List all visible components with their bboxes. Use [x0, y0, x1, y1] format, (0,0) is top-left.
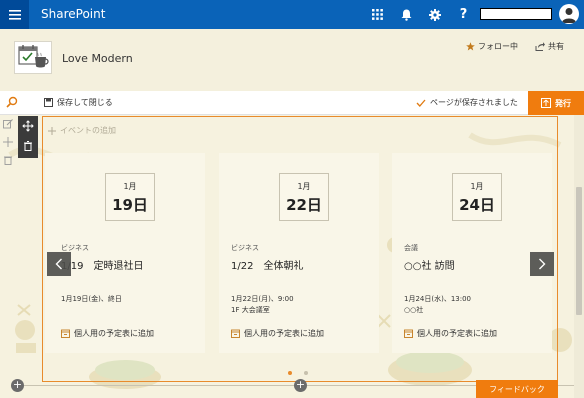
event-card[interactable]: 1月 24日 会議 ○○社 訪問 1月24日(水)、13:00 ○○社 個人用の…	[392, 153, 552, 353]
command-bar: 保存して閉じる ページが保存されました 発行	[0, 91, 584, 115]
calendar-icon	[404, 329, 413, 338]
add-to-calendar-link[interactable]: 個人用の予定表に追加	[404, 328, 497, 339]
add-to-calendar-label: 個人用の予定表に追加	[74, 329, 154, 338]
event-month: 1月	[470, 182, 484, 191]
event-card[interactable]: 1月 22日 ビジネス 1/22 全体朝礼 1月22日(月)、9:00 1F 大…	[219, 153, 379, 353]
carousel-dot[interactable]	[304, 371, 308, 375]
site-header: Love Modern フォロー中 共有	[0, 29, 584, 91]
scrollbar-thumb[interactable]	[576, 187, 582, 315]
move-icon[interactable]	[3, 137, 13, 147]
event-day: 19日	[112, 196, 148, 214]
event-month: 1月	[297, 182, 311, 191]
add-to-calendar-link[interactable]: 個人用の予定表に追加	[231, 328, 324, 339]
add-to-calendar-link[interactable]: 個人用の予定表に追加	[61, 328, 154, 339]
add-event-label: イベントの追加	[60, 126, 116, 135]
event-location: 1F 大会議室	[231, 306, 270, 314]
trash-icon[interactable]	[3, 155, 13, 165]
publish-icon	[541, 98, 551, 108]
webpart-toolbar	[18, 116, 38, 158]
chevron-left-icon	[55, 258, 62, 270]
suite-bar: SharePoint ?	[0, 0, 584, 29]
event-day: 22日	[286, 196, 322, 214]
event-date-box: 1月 19日	[105, 173, 155, 221]
site-logo[interactable]	[14, 41, 52, 74]
page-canvas: イベントの追加 1月 19日 ビジネス 1/19 定時退社日 1月19日(金)、…	[0, 115, 584, 398]
add-to-calendar-label: 個人用の予定表に追加	[417, 329, 497, 338]
carousel-dot-active[interactable]	[288, 371, 292, 375]
star-icon	[466, 42, 475, 51]
follow-button[interactable]: フォロー中	[466, 41, 518, 52]
event-title[interactable]: 1/19 定時退社日	[61, 257, 143, 272]
waffle-icon[interactable]	[0, 0, 29, 29]
publish-button[interactable]: 発行	[528, 91, 584, 115]
add-section-plus-icon[interactable]: +	[294, 379, 307, 392]
event-title[interactable]: 1/22 全体朝礼	[231, 257, 303, 272]
carousel-pagination	[288, 371, 308, 375]
brand-name[interactable]: SharePoint	[41, 7, 105, 21]
event-day: 24日	[459, 196, 495, 214]
follow-label: フォロー中	[478, 42, 518, 51]
left-rail	[3, 119, 15, 173]
calendar-icon	[61, 329, 70, 338]
chevron-right-icon	[539, 258, 546, 270]
delete-icon[interactable]	[22, 140, 34, 152]
plus-icon	[48, 126, 56, 135]
gear-icon[interactable]	[420, 0, 449, 29]
checkmark-icon	[416, 99, 426, 107]
publish-label: 発行	[555, 98, 571, 108]
move-icon[interactable]	[22, 120, 34, 132]
event-category: ビジネス	[231, 244, 259, 252]
event-date-box: 1月 24日	[452, 173, 502, 221]
save-status: ページが保存されました	[416, 97, 518, 108]
add-event-button[interactable]: イベントの追加	[48, 125, 116, 136]
event-title[interactable]: ○○社 訪問	[404, 257, 455, 272]
edit-icon[interactable]	[3, 119, 13, 129]
account-name-redacted[interactable]	[480, 8, 552, 20]
calendar-icon	[231, 329, 240, 338]
event-datetime: 1月19日(金)、終日	[61, 295, 122, 303]
share-button[interactable]: 共有	[535, 41, 564, 52]
add-section-plus-icon[interactable]: +	[11, 379, 24, 392]
event-category: 会議	[404, 244, 418, 252]
event-date-box: 1月 22日	[279, 173, 329, 221]
scrollbar[interactable]	[574, 115, 584, 398]
save-and-close-button[interactable]: 保存して閉じる	[44, 97, 113, 108]
save-icon	[44, 98, 53, 107]
save-and-close-label: 保存して閉じる	[57, 98, 113, 107]
share-label: 共有	[548, 42, 564, 51]
event-datetime: 1月22日(月)、9:00	[231, 295, 294, 303]
save-status-label: ページが保存されました	[430, 98, 518, 107]
feedback-button[interactable]: フィードバック	[476, 380, 558, 398]
add-to-calendar-label: 個人用の予定表に追加	[244, 329, 324, 338]
event-month: 1月	[123, 182, 137, 191]
carousel-prev-button[interactable]	[47, 252, 71, 276]
search-icon[interactable]	[6, 96, 18, 111]
event-datetime: 1月24日(水)、13:00	[404, 295, 471, 303]
avatar-icon[interactable]	[559, 4, 579, 24]
site-title[interactable]: Love Modern	[62, 52, 133, 65]
event-location: ○○社	[404, 306, 424, 314]
carousel-next-button[interactable]	[530, 252, 554, 276]
share-icon	[535, 42, 545, 51]
bell-icon[interactable]	[392, 0, 421, 29]
app-launcher-icon[interactable]	[363, 0, 392, 29]
help-icon[interactable]: ?	[449, 0, 478, 29]
